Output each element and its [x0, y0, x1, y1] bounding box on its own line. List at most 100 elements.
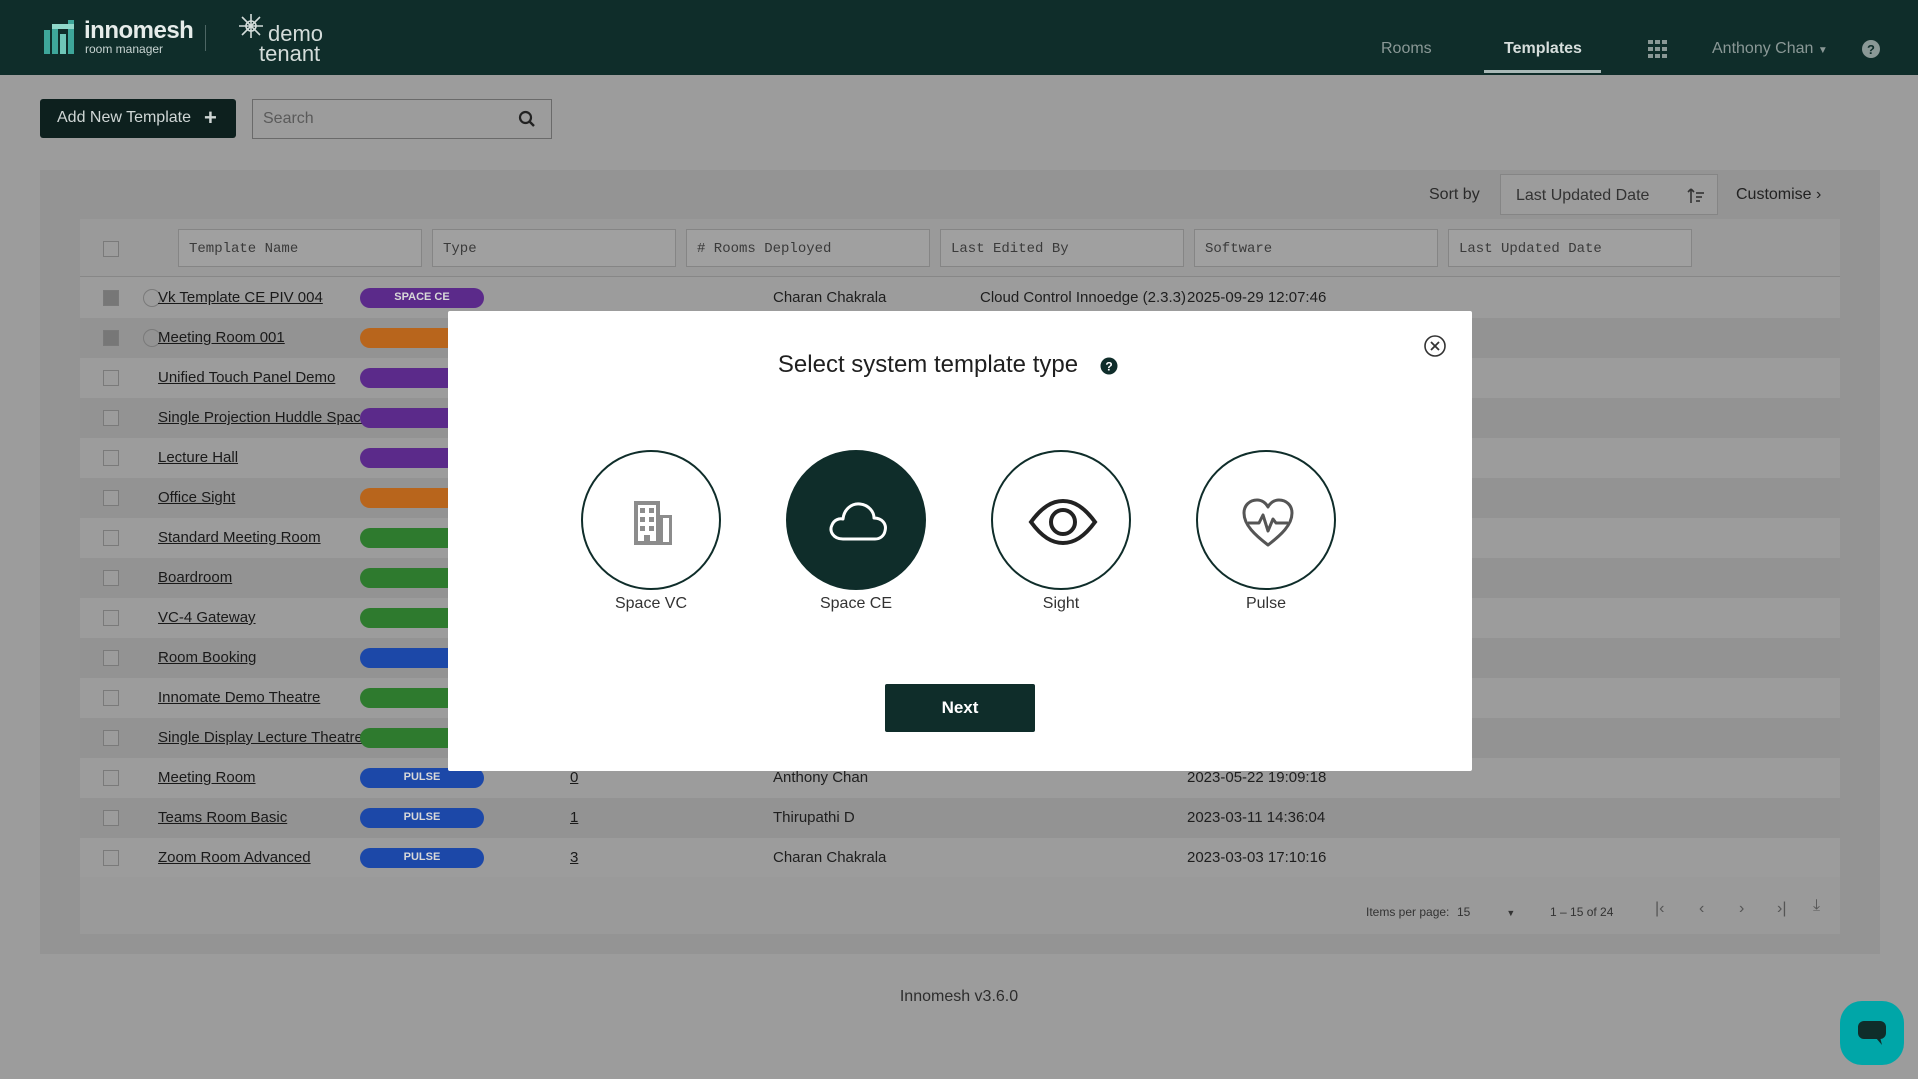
- type-badge: PULSE: [360, 768, 484, 788]
- template-name-link[interactable]: Single Projection Huddle Space: [158, 409, 369, 426]
- template-name-link[interactable]: Boardroom: [158, 569, 232, 586]
- next-button[interactable]: Next: [885, 684, 1035, 732]
- row-checkbox[interactable]: [103, 490, 119, 506]
- option-space-vc[interactable]: Space VC: [581, 450, 721, 613]
- previous-page-icon[interactable]: ‹: [1699, 900, 1704, 918]
- option-pulse[interactable]: Pulse: [1196, 450, 1336, 613]
- option-sight[interactable]: Sight: [991, 450, 1131, 613]
- customise-link[interactable]: Customise ›: [1736, 186, 1821, 204]
- column-header-rooms-deployed[interactable]: # Rooms Deployed: [686, 229, 930, 267]
- page-range: 1 – 15 of 24: [1550, 905, 1614, 919]
- column-header-type[interactable]: Type: [432, 229, 676, 267]
- search-input[interactable]: [263, 108, 503, 130]
- row-checkbox[interactable]: [103, 690, 119, 706]
- table-row[interactable]: Teams Room Basic PULSE 1 Thirupathi D 2023-0…: [80, 798, 1840, 838]
- building-icon: [634, 501, 672, 545]
- column-header-last-edited-by[interactable]: Last Edited By: [940, 229, 1184, 267]
- row-checkbox[interactable]: [103, 330, 119, 346]
- chat-launcher-button[interactable]: [1840, 1001, 1904, 1065]
- option-circle[interactable]: [581, 450, 721, 590]
- last-page-icon[interactable]: ›|: [1777, 900, 1786, 918]
- items-per-page-select[interactable]: 15 ▼: [1457, 905, 1515, 919]
- option-label: Space VC: [614, 595, 688, 612]
- template-name-link[interactable]: VC-4 Gateway: [158, 609, 256, 626]
- template-name-link[interactable]: Standard Meeting Room: [158, 529, 321, 546]
- template-name-link[interactable]: Vk Template CE PIV 004: [158, 289, 323, 306]
- type-badge: PULSE: [360, 808, 484, 828]
- next-page-icon[interactable]: ›: [1739, 900, 1744, 918]
- template-name-link[interactable]: Teams Room Basic: [158, 809, 287, 826]
- select-all-checkbox[interactable]: [103, 241, 119, 257]
- column-header-software[interactable]: Software: [1194, 229, 1438, 267]
- row-checkbox[interactable]: [103, 290, 119, 306]
- rooms-deployed-link[interactable]: 1: [570, 809, 578, 826]
- help-icon[interactable]: ?: [1100, 357, 1118, 375]
- customise-label: Customise: [1736, 186, 1812, 203]
- option-circle[interactable]: [991, 450, 1131, 590]
- template-name-link[interactable]: Lecture Hall: [158, 449, 238, 466]
- row-checkbox[interactable]: [103, 530, 119, 546]
- row-checkbox[interactable]: [103, 410, 119, 426]
- row-checkbox[interactable]: [103, 610, 119, 626]
- row-checkbox[interactable]: [103, 850, 119, 866]
- template-name-link[interactable]: Innomate Demo Theatre: [158, 689, 320, 706]
- sort-direction-icon[interactable]: [1687, 187, 1705, 205]
- nav-rooms[interactable]: Rooms: [1381, 40, 1432, 58]
- nav-templates[interactable]: Templates: [1504, 40, 1582, 58]
- template-name-link[interactable]: Single Display Lecture Theatre: [158, 729, 363, 746]
- row-checkbox[interactable]: [103, 770, 119, 786]
- row-checkbox[interactable]: [103, 370, 119, 386]
- paginator: Items per page: 15 ▼ 1 – 15 of 24 |‹ ‹ › …: [80, 877, 1840, 934]
- last-edited-by: Charan Chakrala: [773, 849, 887, 866]
- column-header-last-updated-date[interactable]: Last Updated Date: [1448, 229, 1692, 267]
- row-checkbox[interactable]: [103, 810, 119, 826]
- caret-down-icon: ▼: [1817, 45, 1828, 56]
- rooms-deployed-link[interactable]: 0: [570, 769, 578, 786]
- last-edited-by: Anthony Chan: [773, 769, 869, 786]
- svg-text:?: ?: [1867, 42, 1875, 57]
- template-name-link[interactable]: Meeting Room: [158, 769, 256, 786]
- template-type-modal: Select system template type ? Space VC S…: [448, 311, 1472, 771]
- heart-pulse-icon: [1242, 498, 1294, 547]
- apps-grid-icon[interactable]: [1648, 40, 1668, 58]
- option-label: Space CE: [819, 595, 893, 612]
- cloud-icon: [829, 502, 887, 541]
- template-name-link[interactable]: Meeting Room 001: [158, 329, 285, 346]
- last-updated-date: 2025-09-29 12:07:46: [1187, 289, 1327, 306]
- option-circle[interactable]: [1196, 450, 1336, 590]
- snowflake-icon: [239, 14, 263, 38]
- app-version: Innomesh v3.6.0: [899, 988, 1019, 1005]
- rooms-deployed-link[interactable]: 3: [570, 849, 578, 866]
- row-checkbox[interactable]: [103, 570, 119, 586]
- sort-value: Last Updated Date: [1516, 187, 1650, 204]
- sort-by-label: Sort by: [1429, 186, 1480, 203]
- chat-icon: [1858, 1021, 1886, 1045]
- logo-mark-icon: [44, 20, 74, 54]
- add-new-template-button[interactable]: Add New Template +: [40, 99, 236, 138]
- template-name-link[interactable]: Unified Touch Panel Demo: [158, 369, 335, 386]
- search-icon[interactable]: [518, 110, 536, 128]
- last-updated-date: 2023-03-11 14:36:04: [1187, 809, 1326, 826]
- top-navbar: innomesh room manager demo tenant Rooms …: [0, 0, 1918, 75]
- close-icon[interactable]: [1424, 335, 1446, 357]
- sort-select[interactable]: Last Updated Date: [1500, 174, 1718, 215]
- items-per-page-value: 15: [1457, 905, 1471, 919]
- first-page-icon[interactable]: |‹: [1655, 900, 1664, 918]
- user-menu[interactable]: Anthony Chan ▼: [1712, 40, 1828, 58]
- column-header-template-name[interactable]: Template Name: [178, 229, 422, 267]
- template-name-link[interactable]: Room Booking: [158, 649, 256, 666]
- template-name-link[interactable]: Zoom Room Advanced: [158, 849, 311, 866]
- type-badge: SPACE CE: [360, 288, 484, 308]
- row-checkbox[interactable]: [103, 730, 119, 746]
- modal-title: Select system template type: [777, 351, 1079, 378]
- app-logo[interactable]: innomesh room manager: [44, 16, 194, 58]
- download-icon[interactable]: ⤓: [1813, 897, 1820, 915]
- table-row[interactable]: Zoom Room Advanced PULSE 3 Charan Chakrala 2…: [80, 838, 1840, 878]
- help-icon[interactable]: ?: [1861, 39, 1881, 59]
- template-name-link[interactable]: Office Sight: [158, 489, 235, 506]
- row-checkbox[interactable]: [103, 650, 119, 666]
- tenant-label: demo tenant: [237, 12, 347, 66]
- option-space-ce[interactable]: Space CE: [786, 450, 926, 613]
- option-circle-selected[interactable]: [786, 450, 926, 590]
- row-checkbox[interactable]: [103, 450, 119, 466]
